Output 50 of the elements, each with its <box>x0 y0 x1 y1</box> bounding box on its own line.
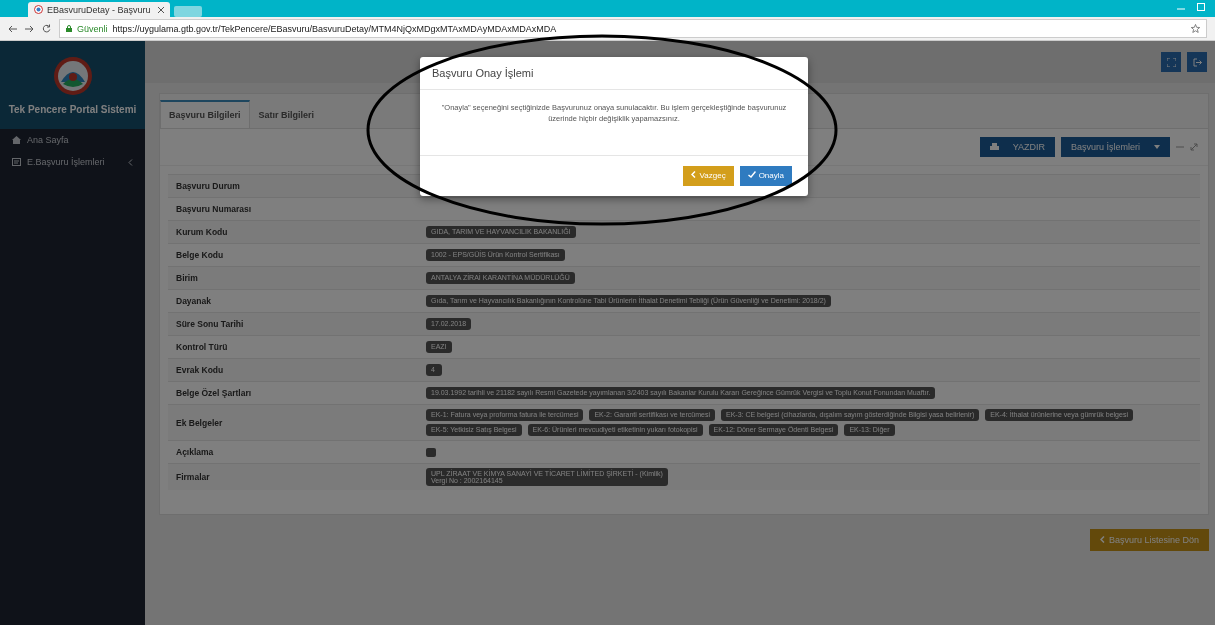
field-label: Süre Sonu Tarihi <box>175 319 245 329</box>
favicon-icon <box>34 5 43 14</box>
chevron-icon <box>1099 536 1105 543</box>
back-icon[interactable] <box>8 24 17 33</box>
back-to-list-button[interactable]: Başvuru Listesine Dön <box>1089 529 1209 551</box>
cancel-button[interactable]: Vazgeç <box>682 165 734 186</box>
sidebar-item[interactable]: Ana Sayfa <box>0 129 145 151</box>
reload-icon[interactable] <box>42 24 51 33</box>
field-label: Belge Özel Şartları <box>175 388 253 398</box>
field-label: Ek Belgeler <box>175 417 224 428</box>
empty-value-box <box>426 447 436 457</box>
print-button[interactable]: YAZDIR <box>979 137 1055 157</box>
field-label: Dayanak <box>175 296 212 306</box>
emblem-logo <box>52 55 93 96</box>
url-text: https://uygulama.gtb.gov.tr/TekPencere/EBasvuru/BasvuruDetay/MTM4NjQxMDgxMTAxMDAyMDAxMDAxMDA <box>112 23 557 34</box>
logout-button[interactable] <box>1187 52 1207 72</box>
sidebar-item[interactable]: E.Başvuru İşlemleri <box>0 151 145 173</box>
actions-dropdown-button[interactable]: Başvuru İşlemleri <box>1060 137 1170 157</box>
tab[interactable]: Başvuru Bilgileri <box>160 100 250 128</box>
field-label: Belge Kodu <box>175 250 225 260</box>
forward-icon[interactable] <box>25 24 34 33</box>
secure-label: Güvenli <box>77 23 108 34</box>
tab[interactable]: Satır Bilgileri <box>249 100 324 128</box>
field-label: Firmalar <box>175 472 211 482</box>
field-label: Açıklama <box>175 447 215 457</box>
dialog-title: Başvuru Onay İşlemi <box>420 57 808 90</box>
chevron-icon <box>690 171 696 178</box>
expand-icon <box>1166 57 1176 67</box>
field-label: Başvuru Durum <box>175 181 241 191</box>
field-label: Birim <box>175 273 199 283</box>
fullscreen-button[interactable] <box>1161 52 1181 72</box>
caret-icon <box>1154 145 1160 149</box>
field-label: Kurum Kodu <box>175 227 229 237</box>
portal-title: Tek Pencere Portal Sistemi <box>8 103 137 115</box>
printer-icon <box>989 143 999 151</box>
browser-tab[interactable]: EBasvuruDetay - Başvuru <box>28 2 170 17</box>
field-label: Kontrol Türü <box>175 342 229 352</box>
home-icon <box>12 136 21 144</box>
logout-icon <box>1192 57 1202 67</box>
star-icon[interactable] <box>1191 24 1200 33</box>
expand-panel-icon[interactable] <box>1190 143 1198 151</box>
confirm-button[interactable]: Onayla <box>739 165 792 186</box>
form-icon <box>12 158 21 166</box>
field-label: Başvuru Numarası <box>175 204 253 214</box>
maximize-icon[interactable] <box>1197 2 1205 11</box>
lock-icon <box>66 25 72 32</box>
close-icon[interactable] <box>158 6 164 13</box>
field-label: Evrak Kodu <box>175 365 225 375</box>
address-bar[interactable]: Güvenli https://uygulama.gtb.gov.tr/TekPencere/EBasvuru/BasvuruDetay/MTM4NjQxMDgxMTAxMDAyMDAxMDAxMDA <box>59 19 1207 38</box>
check-icon <box>747 171 756 178</box>
